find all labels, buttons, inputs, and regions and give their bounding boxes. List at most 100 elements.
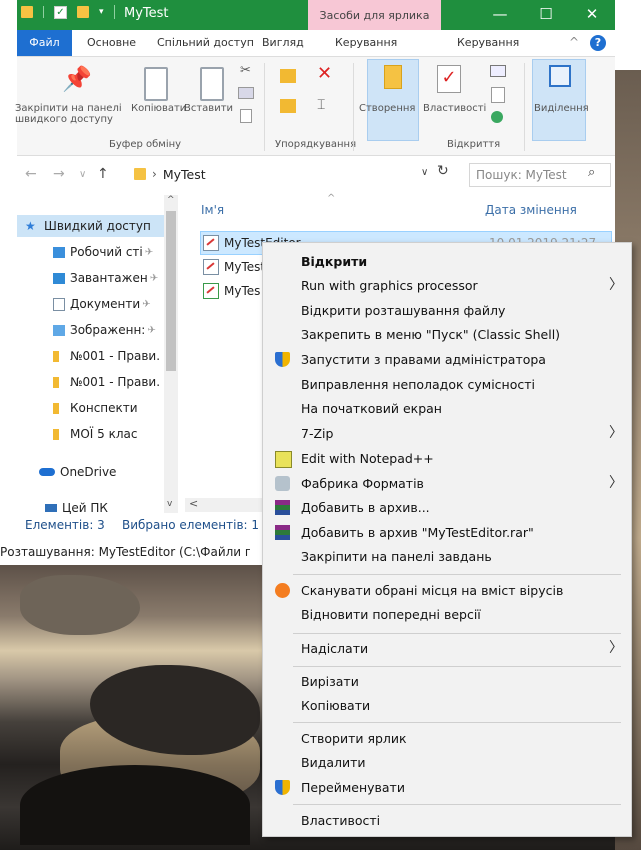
open-icon[interactable] — [490, 65, 506, 77]
menu-item-label: Створити ярлик — [301, 731, 407, 746]
title-bar: ✓ ▾ MyTest Засоби для ярлика — ☐ ✕ — [17, 0, 615, 30]
context-tab-shortcut-tools[interactable]: Засоби для ярлика — [308, 0, 441, 30]
breadcrumb-current[interactable]: MyTest — [163, 167, 206, 182]
paste-icon[interactable] — [200, 67, 224, 101]
ribbon-tabs: Файл Основне Спільний доступ Вигляд Керу… — [17, 30, 615, 57]
window-title: MyTest — [124, 6, 169, 21]
menu-item-label: Запустити з правами адміністратора — [301, 352, 546, 367]
menu-item-create-shortcut[interactable]: Створити ярлик — [263, 726, 631, 751]
address-bar: ← → ∨ ↑ › MyTest ∨ ↻ Пошук: MyTest ⌕ — [17, 160, 615, 188]
tab-manage-app[interactable]: Керування — [457, 36, 519, 49]
properties-check-icon[interactable]: ✓ — [54, 5, 67, 19]
tab-share[interactable]: Спільний доступ — [157, 36, 254, 49]
tab-view[interactable]: Вигляд — [262, 36, 304, 49]
ribbon-collapse-icon[interactable]: ^ — [569, 35, 579, 49]
pin-icon[interactable]: 📌 — [62, 65, 92, 95]
rename-icon[interactable]: ⌶ — [317, 97, 325, 113]
help-icon[interactable]: ? — [590, 35, 606, 51]
menu-item-label: Копіювати — [301, 698, 371, 713]
tab-file[interactable]: Файл — [17, 30, 72, 56]
move-to-icon[interactable] — [280, 69, 296, 83]
address-field[interactable]: › MyTest — [134, 163, 454, 185]
menu-item-delete[interactable]: Видалити — [263, 750, 631, 775]
menu-item-add-to-archive[interactable]: Добавить в архив... — [263, 495, 631, 520]
select-all-icon — [549, 65, 571, 87]
menu-item-scan-viruses[interactable]: Сканувати обрані місця на вміст вірусів — [263, 578, 631, 603]
menu-item-troubleshoot-compatibility[interactable]: Виправлення неполадок сумісності — [263, 372, 631, 397]
forward-arrow-icon[interactable]: → — [53, 166, 65, 182]
menu-item-add-to-rar[interactable]: Добавить в архив "MyTestEditor.rar" — [263, 520, 631, 545]
menu-item-format-factory[interactable]: Фабрика Форматів 〉 — [263, 471, 631, 496]
create-button[interactable]: Створення — [359, 103, 415, 114]
menu-item-cut[interactable]: Вирізати — [263, 669, 631, 694]
nav-pane-scrollbar[interactable]: ^ v — [164, 195, 178, 513]
paste-button[interactable]: Вставити — [184, 103, 233, 114]
menu-item-edit-notepad-plus[interactable]: Edit with Notepad++ — [263, 446, 631, 471]
column-header-name[interactable]: Ім'я — [201, 203, 224, 217]
delete-icon[interactable]: ✕ — [317, 63, 332, 84]
qat-dropdown-icon[interactable]: ▾ — [99, 7, 104, 17]
menu-item-run-as-admin[interactable]: Запустити з правами адміністратора — [263, 347, 631, 372]
menu-item-pin-to-start[interactable]: На початковий екран — [263, 396, 631, 421]
clipboard-group-label: Буфер обміну — [109, 139, 182, 150]
nav-item-label: Цей ПК — [62, 501, 108, 515]
menu-item-open[interactable]: Відкрити — [263, 249, 631, 274]
select-button[interactable]: Виділення — [534, 103, 589, 114]
properties-icon[interactable]: ✓ — [437, 65, 461, 93]
menu-item-label: Відновити попередні версії — [301, 607, 481, 622]
recent-locations-chevron-icon[interactable]: ∨ — [79, 169, 86, 180]
maximize-button[interactable]: ☐ — [523, 0, 569, 30]
properties-button[interactable]: Властивості — [423, 103, 486, 114]
new-folder-icon[interactable] — [77, 6, 89, 18]
menu-item-properties[interactable]: Властивості — [263, 808, 631, 833]
menu-item-copy[interactable]: Копіювати — [263, 693, 631, 718]
file-list-horizontal-scrollbar[interactable]: < — [185, 497, 265, 512]
tab-home[interactable]: Основне — [87, 36, 136, 49]
tab-manage-shortcut[interactable]: Керування — [335, 36, 397, 49]
scrollbar-thumb[interactable] — [166, 211, 176, 371]
menu-item-run-with-gpu[interactable]: Run with graphics processor 〉 — [263, 273, 631, 298]
menu-item-7zip[interactable]: 7-Zip 〉 — [263, 421, 631, 446]
pin-quick-access-button[interactable]: Закріпити на панелі швидкого доступу — [15, 103, 140, 125]
copy-path-icon[interactable] — [238, 87, 254, 99]
nav-item-label: Робочий сті — [70, 245, 143, 259]
nav-item-label: МОЇ 5 клас — [70, 427, 138, 441]
refresh-icon[interactable]: ↻ — [437, 163, 449, 179]
menu-item-label: Добавить в архив "MyTestEditor.rar" — [301, 525, 534, 540]
column-header-date[interactable]: Дата змінення — [485, 203, 577, 217]
menu-item-restore-previous-versions[interactable]: Відновити попередні версії — [263, 602, 631, 627]
scroll-left-icon[interactable]: < — [189, 497, 198, 510]
folder-icon — [53, 428, 59, 440]
copy-button[interactable]: Копіювати — [131, 103, 186, 114]
edit-icon[interactable] — [491, 87, 505, 103]
menu-item-label: Закрепить в меню "Пуск" (Classic Shell) — [301, 327, 561, 342]
cut-icon[interactable]: ✂ — [240, 63, 251, 78]
up-arrow-icon[interactable]: ↑ — [97, 166, 109, 182]
submenu-chevron-icon: 〉 — [609, 475, 623, 491]
desktop-icon — [53, 246, 65, 258]
menu-item-open-file-location[interactable]: Відкрити розташування файлу — [263, 298, 631, 323]
cloud-icon — [39, 468, 55, 476]
copy-to-icon[interactable] — [280, 99, 296, 113]
submenu-chevron-icon: 〉 — [609, 277, 623, 293]
menu-item-label: Вирізати — [301, 674, 359, 689]
menu-item-pin-to-taskbar[interactable]: Закріпити на панелі завдань — [263, 544, 631, 569]
items-count: Елементів: 3 — [25, 518, 105, 532]
menu-item-label: Перейменувати — [301, 780, 405, 795]
ribbon-home: 📌 Закріпити на панелі швидкого доступу К… — [15, 57, 615, 156]
copy-icon[interactable] — [144, 67, 168, 101]
scroll-down-icon[interactable]: v — [167, 499, 172, 509]
menu-item-send-to[interactable]: Надіслати 〉 — [263, 636, 631, 661]
menu-item-rename[interactable]: Перейменувати — [263, 775, 631, 800]
back-arrow-icon[interactable]: ← — [25, 166, 37, 182]
scroll-up-icon[interactable]: ^ — [167, 195, 175, 205]
selected-count: Вибрано елементів: 1 — [122, 518, 260, 532]
nav-item-quick-access[interactable]: ★ Швидкий доступ — [17, 215, 167, 237]
search-icon[interactable]: ⌕ — [588, 165, 595, 180]
minimize-button[interactable]: — — [477, 0, 523, 30]
address-dropdown-icon[interactable]: ∨ — [421, 167, 428, 178]
paste-shortcut-icon[interactable] — [240, 109, 252, 123]
menu-item-pin-classic-shell[interactable]: Закрепить в меню "Пуск" (Classic Shell) — [263, 322, 631, 347]
close-button[interactable]: ✕ — [569, 0, 615, 30]
history-icon[interactable] — [491, 111, 503, 123]
